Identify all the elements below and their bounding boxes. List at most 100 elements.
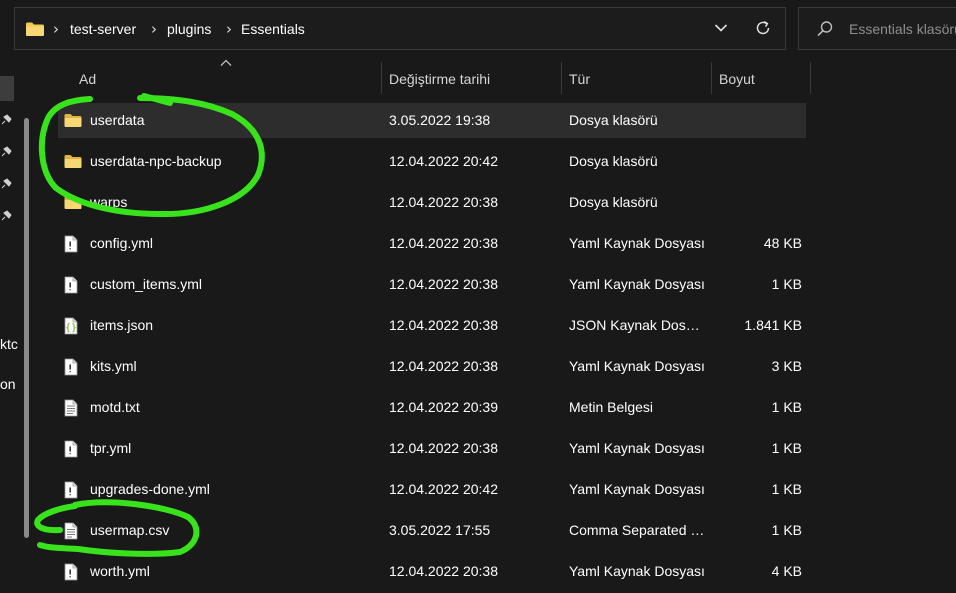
folder-icon (25, 8, 45, 49)
file-size: 1 KB (771, 481, 802, 497)
address-bar[interactable]: › test-server › plugins › Essentials (14, 7, 786, 50)
column-divider[interactable] (381, 62, 382, 94)
navigation-pane: ktc on (0, 60, 36, 593)
csv-file-icon (64, 513, 86, 548)
breadcrumb-separator[interactable]: › (151, 8, 157, 49)
column-header-name[interactable]: Ad (79, 67, 96, 91)
pin-icon[interactable] (0, 145, 13, 159)
file-name: motd.txt (90, 399, 140, 415)
column-header-date[interactable]: Değiştirme tarihi (389, 67, 490, 91)
sort-ascending-icon (220, 59, 232, 66)
file-type: Yaml Kaynak Dosyası (569, 276, 705, 292)
file-row[interactable]: config.yml 12.04.2022 20:38 Yaml Kaynak Do… (58, 226, 806, 261)
folder-icon (64, 144, 86, 179)
column-header-type[interactable]: Tür (569, 67, 590, 91)
file-size: 1 KB (771, 440, 802, 456)
file-name: worth.yml (90, 563, 150, 579)
file-row[interactable]: upgrades-done.yml 12.04.2022 20:42 Yaml Ka… (58, 472, 806, 507)
file-name: usermap.csv (90, 522, 170, 538)
breadcrumb-essentials[interactable]: Essentials (241, 8, 305, 49)
file-size: 48 KB (763, 235, 802, 251)
yaml-file-icon (64, 226, 86, 261)
file-size: 1 KB (771, 276, 802, 292)
file-modified-date: 12.04.2022 20:42 (389, 481, 498, 497)
file-modified-date: 12.04.2022 20:38 (389, 440, 498, 456)
file-modified-date: 12.04.2022 20:38 (389, 276, 498, 292)
breadcrumb-test-server[interactable]: test-server (70, 8, 136, 49)
search-icon (816, 20, 834, 43)
chevron-down-icon[interactable] (709, 16, 733, 40)
file-modified-date: 12.04.2022 20:38 (389, 358, 498, 374)
file-type: Comma Separated Values (569, 522, 705, 538)
nav-item-label[interactable]: ktc (0, 336, 18, 352)
json-file-icon (64, 308, 86, 343)
file-type: Dosya klasörü (569, 112, 658, 128)
nav-scrollbar[interactable] (24, 118, 29, 538)
search-box[interactable]: Essentials klasörü (798, 7, 956, 50)
file-row[interactable]: userdata 3.05.2022 19:38 Dosya klasörü (58, 103, 806, 138)
column-header-size[interactable]: Boyut (719, 67, 755, 91)
nav-item-label[interactable]: on (0, 376, 16, 392)
column-divider[interactable] (561, 62, 562, 94)
file-name: custom_items.yml (90, 276, 203, 292)
file-name: kits.yml (90, 358, 137, 374)
file-size: 4 KB (771, 563, 802, 579)
file-name: tpr.yml (90, 440, 132, 456)
column-divider[interactable] (711, 62, 712, 94)
file-explorer-window: › test-server › plugins › Essentials Ess… (0, 0, 956, 593)
file-type: Yaml Kaynak Dosyası (569, 440, 705, 456)
yaml-file-icon (64, 472, 86, 507)
file-name: upgrades-done.yml (90, 481, 210, 497)
yaml-file-icon (64, 554, 86, 589)
file-name: warps (90, 194, 128, 210)
file-row[interactable]: worth.yml 12.04.2022 20:38 Yaml Kaynak Dos… (58, 554, 806, 589)
file-modified-date: 12.04.2022 20:42 (389, 153, 498, 169)
yaml-file-icon (64, 349, 86, 384)
file-row[interactable]: warps 12.04.2022 20:38 Dosya klasörü (58, 185, 806, 220)
file-modified-date: 12.04.2022 20:39 (389, 399, 498, 415)
breadcrumb-separator[interactable]: › (226, 8, 232, 49)
file-size: 3 KB (771, 358, 802, 374)
breadcrumb-plugins[interactable]: plugins (167, 8, 211, 49)
file-modified-date: 12.04.2022 20:38 (389, 317, 498, 333)
file-row[interactable]: motd.txt 12.04.2022 20:39 Metin Belgesi 1 K… (58, 390, 806, 425)
file-type: Yaml Kaynak Dosyası (569, 358, 705, 374)
file-name: config.yml (90, 235, 154, 251)
pin-icon[interactable] (0, 177, 13, 191)
yaml-file-icon (64, 431, 86, 466)
search-input[interactable]: Essentials klasörü (849, 21, 956, 37)
file-name: items.json (90, 317, 154, 333)
breadcrumb-separator[interactable]: › (53, 8, 59, 49)
file-modified-date: 12.04.2022 20:38 (389, 563, 498, 579)
file-type: JSON Kaynak Dosyası (569, 317, 705, 333)
file-type: Yaml Kaynak Dosyası (569, 563, 705, 579)
file-size: 1 KB (771, 399, 802, 415)
file-size: 1.841 KB (744, 317, 802, 333)
file-row[interactable]: tpr.yml 12.04.2022 20:38 Yaml Kaynak Dosya… (58, 431, 806, 466)
file-type: Yaml Kaynak Dosyası (569, 235, 705, 251)
file-row[interactable]: custom_items.yml 12.04.2022 20:38 Yaml Kay… (58, 267, 806, 302)
folder-icon (64, 103, 86, 138)
file-modified-date: 3.05.2022 17:55 (389, 522, 491, 538)
file-modified-date: 12.04.2022 20:38 (389, 235, 498, 251)
folder-icon (64, 185, 86, 220)
column-divider[interactable] (810, 62, 811, 94)
file-row[interactable]: items.json 12.04.2022 20:38 JSON Kaynak Do… (58, 308, 806, 343)
nav-item-selected[interactable] (0, 76, 14, 101)
file-modified-date: 12.04.2022 20:38 (389, 194, 498, 210)
file-type: Dosya klasörü (569, 194, 658, 210)
yaml-file-icon (64, 267, 86, 302)
pin-icon[interactable] (0, 113, 13, 127)
text-file-icon (64, 390, 86, 425)
file-row[interactable]: kits.yml 12.04.2022 20:38 Yaml Kaynak Dosy… (58, 349, 806, 384)
file-type: Yaml Kaynak Dosyası (569, 481, 705, 497)
file-name: userdata (90, 112, 145, 128)
refresh-icon[interactable] (751, 16, 775, 40)
file-row[interactable]: userdata-npc-backup 12.04.2022 20:42 Dosya… (58, 144, 806, 179)
file-type: Dosya klasörü (569, 153, 658, 169)
file-row[interactable]: usermap.csv 3.05.2022 17:55 Comma Separate… (58, 513, 806, 548)
file-modified-date: 3.05.2022 19:38 (389, 112, 491, 128)
pin-icon[interactable] (0, 209, 13, 223)
file-size: 1 KB (771, 522, 802, 538)
file-type: Metin Belgesi (569, 399, 654, 415)
